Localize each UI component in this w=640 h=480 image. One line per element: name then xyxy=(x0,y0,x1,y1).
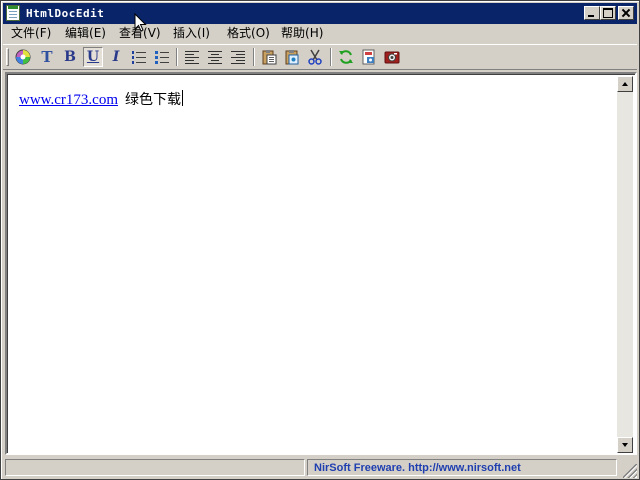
scroll-up-button[interactable] xyxy=(617,76,633,92)
html-editor[interactable]: www.cr173.com 绿色下载 xyxy=(5,72,637,455)
color-button[interactable] xyxy=(13,47,33,67)
bold-button[interactable]: B xyxy=(60,47,80,67)
bullet-list-icon xyxy=(155,51,169,64)
cut-button[interactable] xyxy=(305,47,325,67)
status-panel-left xyxy=(5,459,305,476)
copy-icon xyxy=(262,50,277,65)
bullet-list-button[interactable] xyxy=(152,47,172,67)
color-wheel-icon xyxy=(15,49,31,65)
paste-icon xyxy=(285,50,299,65)
formatting-toolbar: T B U I xyxy=(3,44,637,70)
status-panel-right: NirSoft Freeware. http://www.nirsoft.net xyxy=(307,459,617,476)
editor-text: 绿色下载 xyxy=(125,92,182,108)
numbered-list-button[interactable] xyxy=(129,47,149,67)
align-center-button[interactable] xyxy=(205,47,225,67)
size-grip[interactable] xyxy=(623,464,637,478)
camera-icon xyxy=(384,51,400,64)
scroll-down-button[interactable] xyxy=(617,437,633,453)
editor-content[interactable]: www.cr173.com 绿色下载 xyxy=(19,90,184,110)
scissors-icon xyxy=(308,49,322,65)
align-left-icon xyxy=(185,51,199,64)
underline-button[interactable]: U xyxy=(83,47,103,67)
window-title: HtmlDocEdit xyxy=(26,7,105,20)
toolbar-separator xyxy=(330,48,332,66)
align-left-button[interactable] xyxy=(182,47,202,67)
align-right-icon xyxy=(231,51,245,64)
title-bar[interactable]: HtmlDocEdit xyxy=(3,3,637,24)
close-button[interactable] xyxy=(618,6,634,20)
menu-help[interactable]: 帮助(H) xyxy=(279,25,325,42)
document-image-icon xyxy=(362,49,375,65)
notepad-icon[interactable] xyxy=(6,5,20,21)
numbered-list-icon xyxy=(132,51,146,64)
refresh-icon xyxy=(339,50,353,64)
paste-button[interactable] xyxy=(282,47,302,67)
text-caret xyxy=(182,90,184,106)
menu-format[interactable]: 格式(O) xyxy=(225,25,272,42)
menu-insert[interactable]: 插入(I) xyxy=(171,25,212,42)
italic-button[interactable]: I xyxy=(106,47,126,67)
minimize-button[interactable] xyxy=(584,6,600,20)
menu-edit[interactable]: 编辑(E) xyxy=(63,25,108,42)
align-center-icon xyxy=(208,51,222,64)
mouse-pointer-icon xyxy=(134,13,147,32)
menu-bar: 文件(F) 编辑(E) 查看(V) 插入(I) 格式(O) 帮助(H) xyxy=(3,24,637,43)
html-source-button[interactable] xyxy=(359,47,379,67)
font-icon: T xyxy=(41,48,53,66)
toolbar-separator xyxy=(176,48,178,66)
menu-file[interactable]: 文件(F) xyxy=(9,25,53,42)
refresh-button[interactable] xyxy=(336,47,356,67)
font-button[interactable]: T xyxy=(37,47,57,67)
toolbar-separator xyxy=(253,48,255,66)
status-bar: NirSoft Freeware. http://www.nirsoft.net xyxy=(3,458,637,478)
maximize-button[interactable] xyxy=(600,6,616,20)
copy-button[interactable] xyxy=(259,47,279,67)
vertical-scrollbar[interactable] xyxy=(617,76,633,453)
toolbar-grip[interactable] xyxy=(6,48,9,66)
nirsoft-link[interactable]: NirSoft Freeware. http://www.nirsoft.net xyxy=(314,461,521,475)
app-window: HtmlDocEdit 文件(F) 编辑(E) 查看(V) 插入(I) 格式(O… xyxy=(0,0,640,480)
hyperlink[interactable]: www.cr173.com xyxy=(19,92,118,108)
align-right-button[interactable] xyxy=(228,47,248,67)
preview-button[interactable] xyxy=(382,47,402,67)
